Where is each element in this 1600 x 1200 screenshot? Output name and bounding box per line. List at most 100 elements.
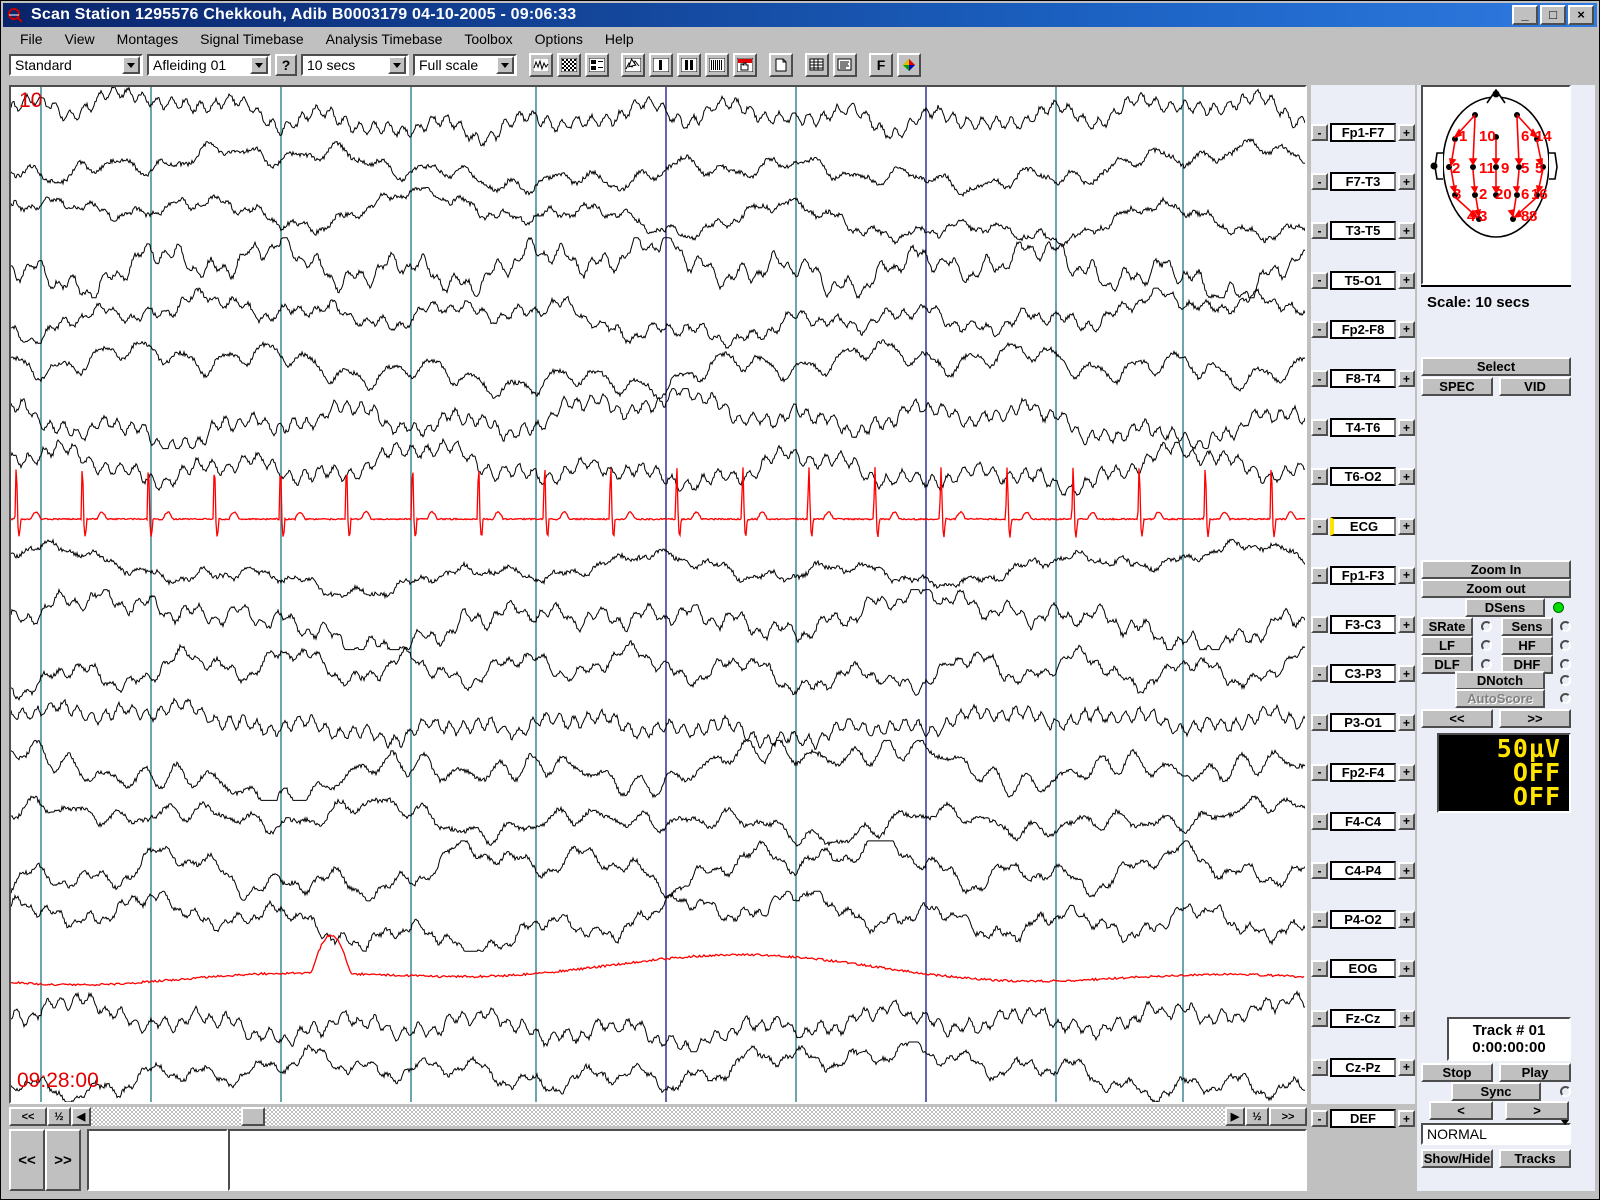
lf-button[interactable]: LF	[1421, 636, 1473, 655]
autoscore-radio[interactable]	[1560, 693, 1571, 704]
select-button[interactable]: Select	[1421, 357, 1571, 376]
channel-minus-button[interactable]: -	[1311, 1009, 1328, 1027]
sync-radio[interactable]	[1560, 1086, 1571, 1097]
step-back-button[interactable]: <	[1429, 1101, 1493, 1120]
dlf-radio[interactable]	[1481, 659, 1492, 670]
channel-plus-button[interactable]: +	[1398, 419, 1415, 437]
scroll-page-back-button[interactable]: <<	[9, 1107, 47, 1126]
zoom-in-button[interactable]: Zoom In	[1421, 560, 1571, 579]
scroll-left-arrow-button[interactable]: ◀	[71, 1107, 91, 1126]
channel-plus-button[interactable]: +	[1398, 714, 1415, 732]
stop-button[interactable]: Stop	[1421, 1063, 1493, 1082]
channel-plus-button[interactable]: +	[1398, 370, 1415, 387]
channel-label-f4-c4[interactable]: F4-C4	[1330, 811, 1396, 831]
channel-row-eog[interactable]: - EOG +	[1311, 959, 1415, 979]
channel-label-c3-p3[interactable]: C3-P3	[1330, 664, 1396, 684]
channel-row-t3-t5[interactable]: - T3-T5 +	[1311, 221, 1415, 241]
show-hide-button[interactable]: Show/Hide	[1421, 1149, 1493, 1168]
channel-minus-button[interactable]: -	[1311, 517, 1328, 535]
channel-label-ecg[interactable]: ECG	[1330, 516, 1396, 536]
channel-label-fp1-f3[interactable]: Fp1-F3	[1330, 565, 1396, 585]
zoom-out-button[interactable]: Zoom out	[1421, 579, 1571, 598]
sens-button[interactable]: Sens	[1501, 617, 1553, 636]
channel-minus-button[interactable]: -	[1311, 1058, 1328, 1076]
lf-radio[interactable]	[1481, 640, 1492, 651]
menu-item-help[interactable]: Help	[594, 29, 645, 49]
channel-plus-button[interactable]: +	[1398, 812, 1415, 830]
channel-plus-button[interactable]: +	[1398, 173, 1415, 191]
channel-row-c3-p3[interactable]: - C3-P3 +	[1311, 664, 1415, 684]
channel-row-f7-t3[interactable]: - F7-T3 +	[1311, 172, 1415, 192]
dsens-button[interactable]: DSens	[1465, 598, 1545, 617]
channel-minus-button[interactable]: -	[1311, 271, 1328, 289]
red-hand-icon[interactable]	[733, 53, 757, 77]
close-button[interactable]: ×	[1568, 5, 1594, 25]
channel-row-fp1-f7[interactable]: - Fp1-F7 +	[1311, 123, 1415, 142]
channel-plus-button[interactable]: +	[1398, 862, 1415, 879]
scroll-thumb[interactable]	[241, 1107, 265, 1126]
channel-row-t6-o2[interactable]: - T6-O2 +	[1311, 467, 1415, 487]
channel-plus-button[interactable]: +	[1398, 911, 1415, 929]
maximize-button[interactable]: □	[1540, 5, 1566, 25]
dhf-radio[interactable]	[1560, 659, 1571, 670]
channel-minus-button[interactable]: -	[1311, 812, 1328, 830]
menu-item-toolbox[interactable]: Toolbox	[453, 29, 523, 49]
channel-label-f7-t3[interactable]: F7-T3	[1330, 172, 1396, 192]
channel-row-f8-t4[interactable]: - F8-T4 +	[1311, 369, 1415, 388]
channel-minus-button[interactable]: -	[1311, 763, 1328, 781]
channel-row-cz-pz[interactable]: - Cz-Pz +	[1311, 1057, 1415, 1077]
prev-epoch-button[interactable]: <<	[1421, 709, 1493, 728]
scroll-half-back-button[interactable]: ½	[47, 1107, 71, 1126]
channel-plus-button[interactable]: +	[1398, 665, 1415, 683]
channel-minus-button[interactable]: -	[1311, 468, 1328, 486]
channel-row-f3-c3[interactable]: - F3-C3 +	[1311, 615, 1415, 634]
double-bar-icon[interactable]	[677, 53, 701, 77]
channel-label-f3-c3[interactable]: F3-C3	[1330, 615, 1396, 634]
play-button[interactable]: Play	[1499, 1063, 1571, 1082]
page-icon[interactable]	[769, 53, 793, 77]
timebase-select[interactable]: 10 secs	[301, 54, 409, 76]
chevron-down-icon[interactable]	[250, 56, 268, 74]
eeg-trace-canvas[interactable]	[9, 85, 1307, 1104]
chevron-down-icon[interactable]	[388, 56, 406, 74]
channel-minus-button[interactable]: -	[1311, 566, 1328, 584]
channel-plus-button[interactable]: +	[1398, 616, 1415, 633]
channel-row-fz-cz[interactable]: - Fz-Cz +	[1311, 1008, 1415, 1028]
mode-select[interactable]: NORMAL	[1421, 1120, 1571, 1145]
channel-plus-button[interactable]: +	[1398, 1058, 1415, 1076]
channel-plus-button[interactable]: +	[1398, 517, 1415, 535]
sync-button[interactable]: Sync	[1451, 1082, 1541, 1101]
help-button[interactable]: ?	[275, 54, 297, 76]
spectrogram-icon[interactable]	[557, 53, 581, 77]
channel-plus-button[interactable]: +	[1398, 468, 1415, 486]
channel-row-fp2-f8[interactable]: - Fp2-F8 +	[1311, 319, 1415, 339]
channel-plus-button[interactable]: +	[1398, 222, 1415, 240]
scroll-right-arrow-button[interactable]: ▶	[1225, 1107, 1245, 1126]
channel-minus-button[interactable]: -	[1311, 419, 1328, 437]
def-minus-button[interactable]: -	[1311, 1110, 1328, 1127]
channel-plus-button[interactable]: +	[1398, 1009, 1415, 1027]
dnotch-button[interactable]: DNotch	[1455, 671, 1545, 690]
channel-row-f4-c4[interactable]: - F4-C4 +	[1311, 811, 1415, 831]
channel-minus-button[interactable]: -	[1311, 665, 1328, 683]
channel-plus-button[interactable]: +	[1398, 763, 1415, 781]
page-prev-button[interactable]: <<	[9, 1129, 45, 1191]
page-next-button[interactable]: >>	[45, 1129, 81, 1191]
menu-item-options[interactable]: Options	[524, 29, 594, 49]
def-label[interactable]: DEF	[1330, 1109, 1396, 1128]
srate-radio[interactable]	[1481, 621, 1492, 632]
channel-minus-button[interactable]: -	[1311, 960, 1328, 978]
channel-label-f8-t4[interactable]: F8-T4	[1330, 369, 1396, 388]
note-field-1[interactable]	[87, 1129, 228, 1191]
channel-label-c4-p4[interactable]: C4-P4	[1330, 861, 1396, 880]
channel-row-c4-p4[interactable]: - C4-P4 +	[1311, 861, 1415, 880]
channel-row-t4-t6[interactable]: - T4-T6 +	[1311, 418, 1415, 438]
note-field-2[interactable]	[228, 1129, 1307, 1191]
hf-radio[interactable]	[1560, 640, 1571, 651]
channel-label-eog[interactable]: EOG	[1330, 959, 1396, 979]
grid-icon[interactable]	[805, 53, 829, 77]
channel-minus-button[interactable]: -	[1311, 173, 1328, 191]
vid-button[interactable]: VID	[1499, 377, 1571, 396]
single-bar-icon[interactable]	[649, 53, 673, 77]
channel-label-p4-o2[interactable]: P4-O2	[1330, 910, 1396, 930]
